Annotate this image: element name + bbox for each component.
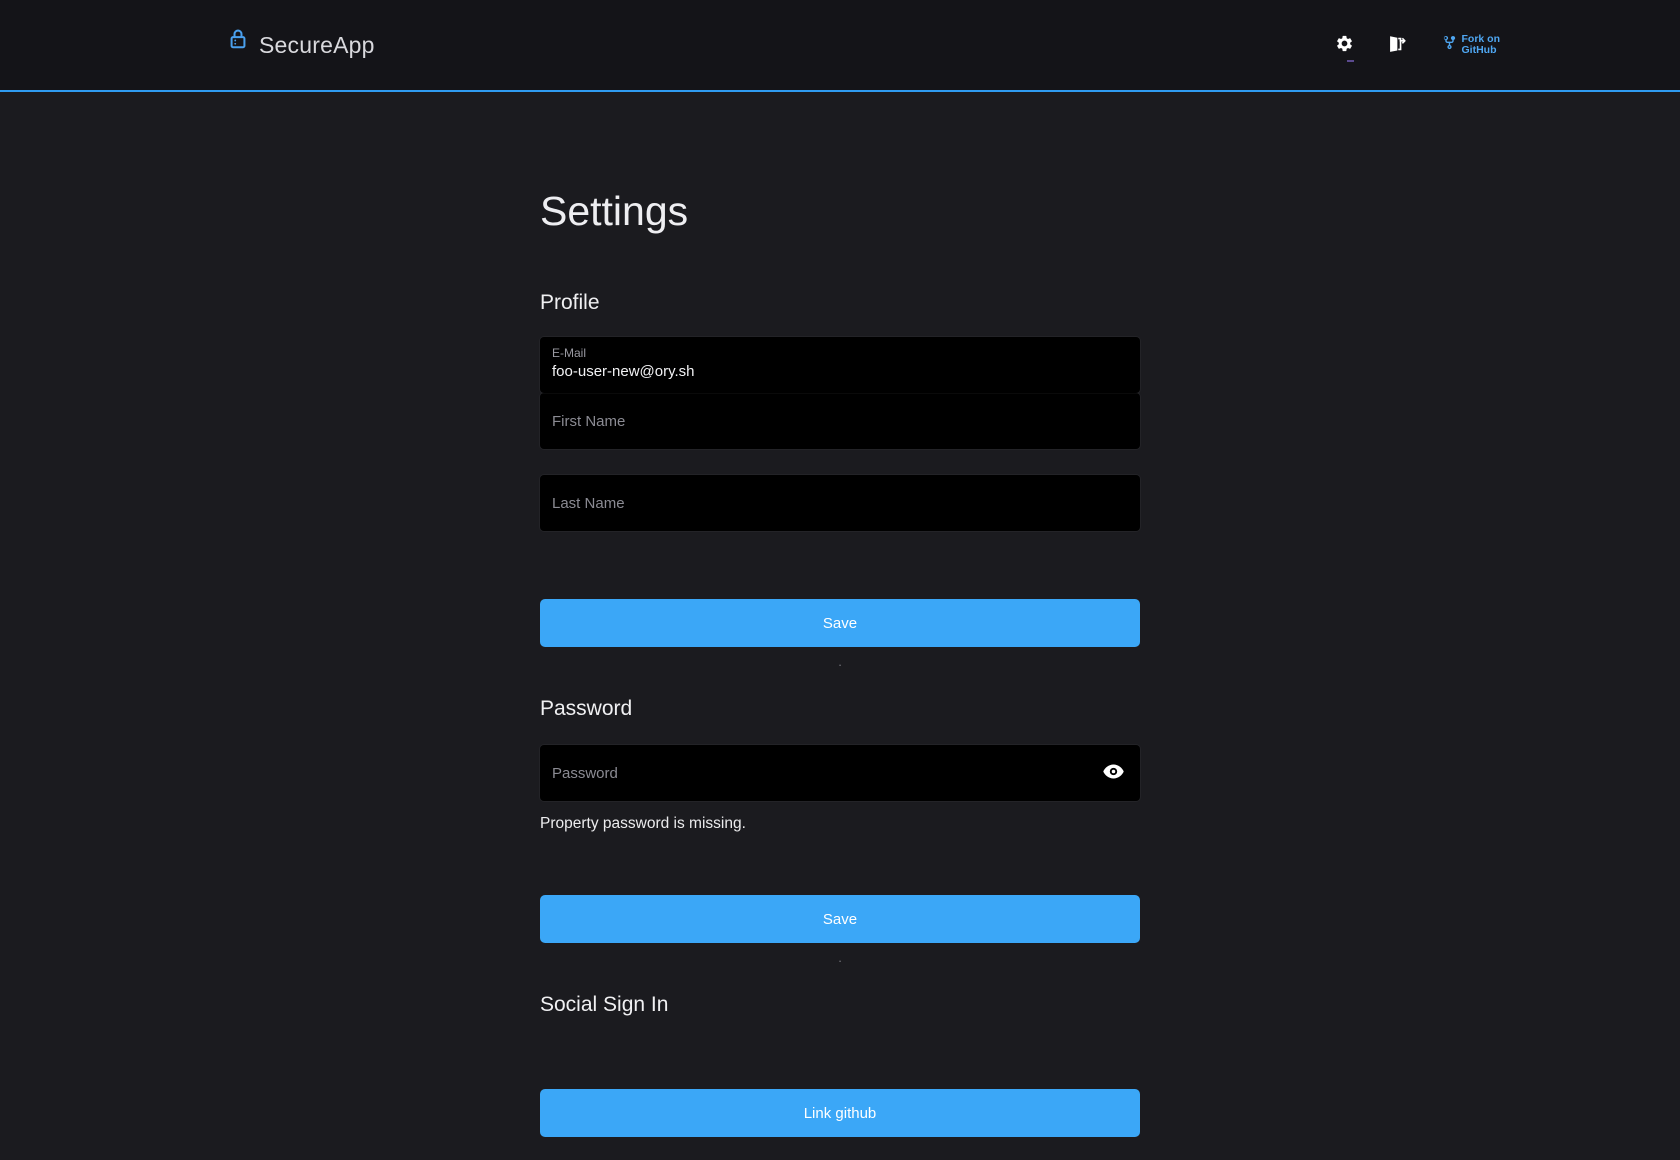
eye-icon [1103,764,1124,782]
profile-section: Profile E-Mail Save . [540,291,1140,669]
git-fork-icon [1442,35,1457,55]
gear-underline [1347,60,1354,62]
link-github-button[interactable]: Link github [540,1089,1140,1137]
brand-logo[interactable]: SecureApp [227,32,375,59]
social-sign-in-section: Social Sign In Link github [540,993,1140,1137]
toggle-password-visibility-button[interactable] [1101,762,1126,784]
fork-on-github-link[interactable]: Fork on GitHub [1442,34,1501,57]
logout-icon [1386,34,1406,57]
settings-button[interactable] [1331,30,1358,60]
profile-save-button[interactable]: Save [540,599,1140,647]
profile-heading: Profile [540,291,1140,315]
password-error-message: Property password is missing. [540,815,1140,833]
social-sign-in-heading: Social Sign In [540,993,1140,1017]
last-name-input[interactable] [540,475,1140,531]
email-input[interactable] [552,363,1128,380]
logout-button[interactable] [1382,30,1410,61]
password-section: Password Property password is missing. S… [540,697,1140,965]
lock-icon [227,26,249,52]
app-header: SecureApp [0,0,1680,92]
password-input[interactable] [540,745,1140,801]
profile-form-message: . [540,655,1140,669]
app-title: SecureApp [259,32,375,59]
header-actions: Fork on GitHub [1331,30,1501,61]
password-form-message: . [540,951,1140,965]
gear-icon [1335,34,1354,56]
password-save-button[interactable]: Save [540,895,1140,943]
fork-link-text: Fork on GitHub [1462,34,1501,57]
email-field[interactable]: E-Mail [540,337,1140,393]
settings-main: Settings Profile E-Mail Save . Password [540,188,1140,1137]
first-name-input[interactable] [540,393,1140,449]
page-title: Settings [540,188,1140,235]
password-field [540,745,1140,801]
password-heading: Password [540,697,1140,721]
email-field-label: E-Mail [552,346,1128,360]
